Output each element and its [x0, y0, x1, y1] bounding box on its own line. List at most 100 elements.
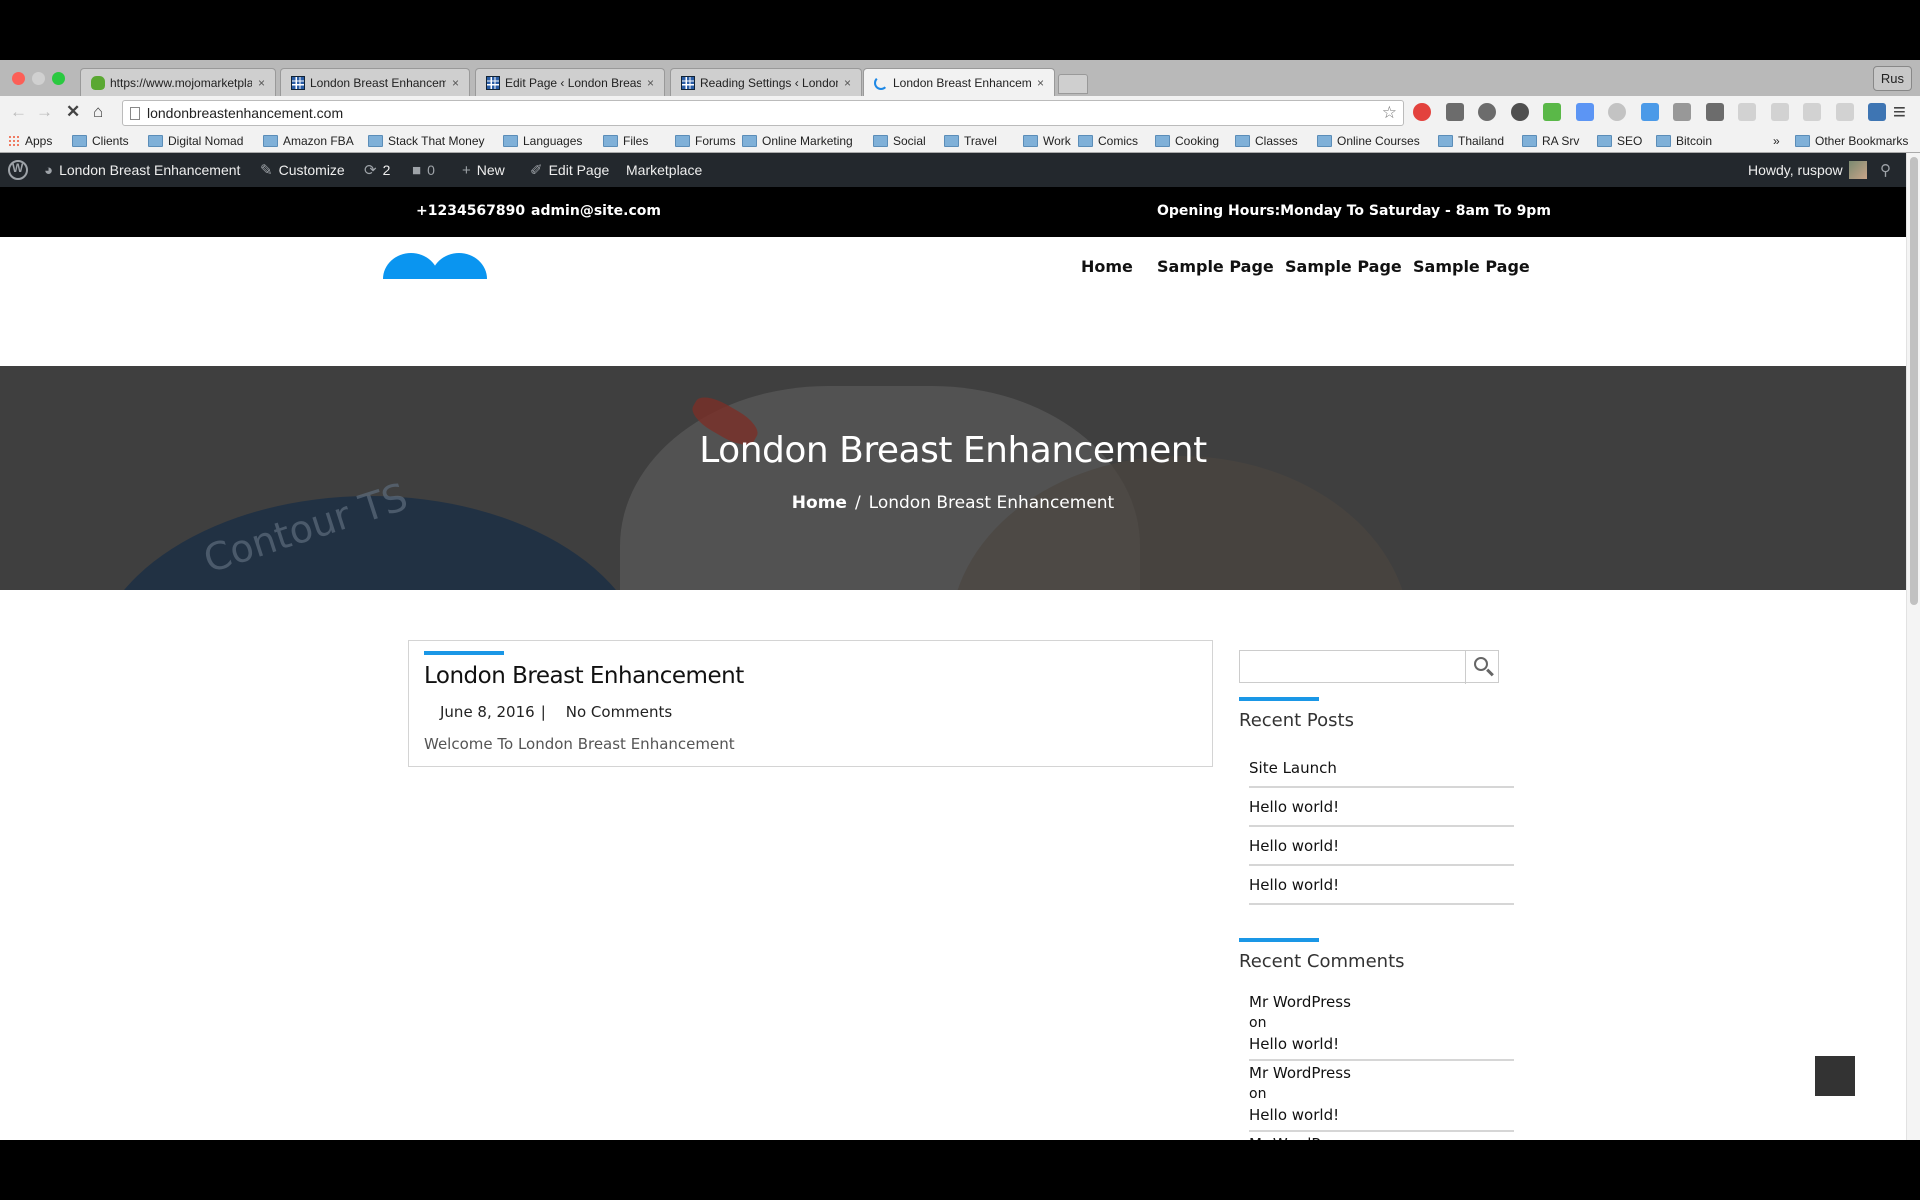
back-button[interactable]: ← — [10, 102, 27, 122]
breadcrumb-home[interactable]: Home — [792, 493, 847, 513]
email-address[interactable]: admin@site.com — [531, 203, 661, 219]
comment-author[interactable]: Mr WordPress — [1249, 1063, 1514, 1084]
green-dot-icon[interactable] — [1543, 103, 1561, 121]
close-tab-icon[interactable]: × — [1037, 76, 1044, 90]
bookmark-folder[interactable]: Classes — [1235, 134, 1298, 148]
list-item[interactable]: Hello world! — [1249, 827, 1514, 866]
bookmark-folder[interactable]: Online Marketing — [742, 134, 853, 148]
browser-tab[interactable]: https://www.mojomarketpla × — [80, 68, 276, 96]
wp-search-button[interactable]: ⚲ — [1880, 153, 1897, 187]
fire-icon[interactable] — [1705, 103, 1724, 121]
close-tab-icon[interactable]: × — [258, 76, 265, 90]
bookmark-folder[interactable]: Social — [873, 134, 926, 148]
bookmark-folder[interactable]: Travel — [944, 134, 997, 148]
css-check-icon[interactable] — [1803, 103, 1821, 121]
nav-sample-page[interactable]: Sample Page — [1285, 257, 1402, 276]
browser-tab[interactable]: Reading Settings ‹ London × — [670, 68, 862, 96]
page-title: London Breast Enhancement — [699, 430, 1207, 471]
close-tab-icon[interactable]: × — [647, 76, 654, 90]
other-bookmarks-folder[interactable]: Other Bookmarks — [1795, 134, 1908, 148]
profile-button[interactable]: Rus — [1872, 66, 1912, 91]
comment-post-link[interactable]: Hello world! — [1249, 1034, 1514, 1055]
close-window-button[interactable] — [12, 72, 25, 85]
bookmarks-overflow-button[interactable]: » — [1773, 134, 1780, 148]
opera-stop-icon[interactable] — [1413, 103, 1431, 121]
color-picker-icon[interactable] — [1510, 103, 1529, 121]
wp-site-name-menu[interactable]: ◕ London Breast Enhancement — [44, 153, 240, 187]
recent-comments-list: Mr WordPress on Hello world! Mr WordPres… — [1249, 990, 1514, 1140]
comment-post-link[interactable]: Hello world! — [1249, 1105, 1514, 1126]
grid-icon — [291, 75, 305, 90]
wp-new-menu[interactable]: + New — [462, 153, 505, 187]
lamp-icon[interactable] — [1445, 103, 1464, 121]
home-button[interactable]: ⌂ — [93, 102, 103, 122]
bookmark-folder[interactable]: Languages — [503, 134, 582, 148]
maximize-window-button[interactable] — [52, 72, 65, 85]
ext-gray-2-icon[interactable] — [1770, 103, 1789, 121]
nav-sample-page[interactable]: Sample Page — [1157, 257, 1274, 276]
wp-edit-page-link[interactable]: ✐ Edit Page — [530, 153, 609, 187]
bookmark-folder[interactable]: Digital Nomad — [148, 134, 243, 148]
site-logo[interactable] — [383, 253, 488, 279]
close-tab-icon[interactable]: × — [844, 76, 851, 90]
bookmark-folder[interactable]: Online Courses — [1317, 134, 1420, 148]
bookmark-folder[interactable]: RA Srv — [1522, 134, 1579, 148]
accent-bar — [1239, 697, 1319, 701]
new-tab-button[interactable] — [1058, 74, 1088, 94]
scrollbar-thumb[interactable] — [1910, 157, 1918, 605]
sidebar-search-button[interactable] — [1465, 651, 1500, 684]
zoom-inspect-icon[interactable] — [1868, 103, 1886, 121]
nav-sample-page[interactable]: Sample Page — [1413, 257, 1530, 276]
ext-gray-1-icon[interactable] — [1738, 103, 1756, 121]
bookmark-folder[interactable]: Amazon FBA — [263, 134, 354, 148]
wp-updates-link[interactable]: ⟳ 2 — [364, 153, 390, 187]
onepassword-icon[interactable] — [1478, 103, 1496, 121]
minimize-window-button[interactable] — [32, 72, 45, 85]
css-selector-icon[interactable] — [1673, 103, 1691, 121]
forward-button[interactable]: → — [36, 102, 53, 122]
bookmark-folder[interactable]: Files — [603, 134, 648, 148]
bookmark-folder[interactable]: Cooking — [1155, 134, 1219, 148]
browser-tab[interactable]: London Breast Enhanceme × — [280, 68, 470, 96]
hangouts-icon[interactable] — [1608, 103, 1626, 121]
list-item[interactable]: Hello world! — [1249, 866, 1514, 905]
bookmark-folder[interactable]: Work — [1023, 134, 1071, 148]
browser-menu-button[interactable]: ≡ — [1893, 99, 1906, 125]
list-item[interactable]: Hello world! — [1249, 788, 1514, 827]
bracket-icon[interactable] — [1640, 103, 1659, 121]
post-comments-link[interactable]: No Comments — [566, 703, 672, 721]
post-excerpt: Welcome To London Breast Enhancement — [424, 735, 735, 753]
comment-author[interactable]: Mr WordPress — [1249, 992, 1514, 1013]
bookmark-folder[interactable]: Comics — [1078, 134, 1138, 148]
scroll-to-top-button[interactable] — [1815, 1056, 1855, 1096]
bookmark-folder[interactable]: Bitcoin — [1656, 134, 1712, 148]
wp-account-menu[interactable]: Howdy, ruspow — [1748, 153, 1867, 187]
wp-comments-link[interactable]: ■ 0 — [412, 153, 435, 187]
bookmark-folder[interactable]: Thailand — [1438, 134, 1504, 148]
google-translate-icon[interactable] — [1575, 103, 1594, 121]
folder-icon — [1078, 135, 1093, 147]
bookmark-folder[interactable]: Stack That Money — [368, 134, 485, 148]
phone-number[interactable]: +1234567890 — [416, 203, 525, 219]
bookmark-folder[interactable]: Forums — [675, 134, 736, 148]
wp-customize-link[interactable]: ✎ Customize — [260, 153, 345, 187]
wp-marketplace-link[interactable]: Marketplace — [626, 153, 702, 187]
address-bar[interactable]: londonbreastenhancement.com ☆ — [122, 100, 1404, 126]
close-tab-icon[interactable]: × — [452, 76, 459, 90]
wp-logo-menu[interactable] — [8, 153, 28, 187]
bookmark-folder[interactable]: Clients — [72, 134, 129, 148]
post-date[interactable]: June 8, 2016 — [440, 703, 535, 721]
list-item[interactable]: Site Launch — [1249, 749, 1514, 788]
sidebar-search-input[interactable] — [1239, 650, 1500, 684]
browser-tab[interactable]: Edit Page ‹ London Breast E × — [475, 68, 665, 96]
drive-icon[interactable] — [1835, 103, 1854, 121]
browser-tab-active[interactable]: London Breast Enhanceme × — [863, 68, 1055, 96]
page-scrollbar[interactable] — [1906, 153, 1920, 1140]
list-item: Mr WordPress on Hello world! — [1249, 990, 1514, 1061]
apps-shortcut[interactable]: Apps — [8, 134, 52, 148]
bookmark-star-icon[interactable]: ☆ — [1382, 101, 1397, 125]
stop-loading-button[interactable]: ✕ — [66, 102, 80, 122]
nav-home[interactable]: Home — [1081, 257, 1133, 276]
post-title[interactable]: London Breast Enhancement — [424, 663, 744, 689]
bookmark-folder[interactable]: SEO — [1597, 134, 1642, 148]
